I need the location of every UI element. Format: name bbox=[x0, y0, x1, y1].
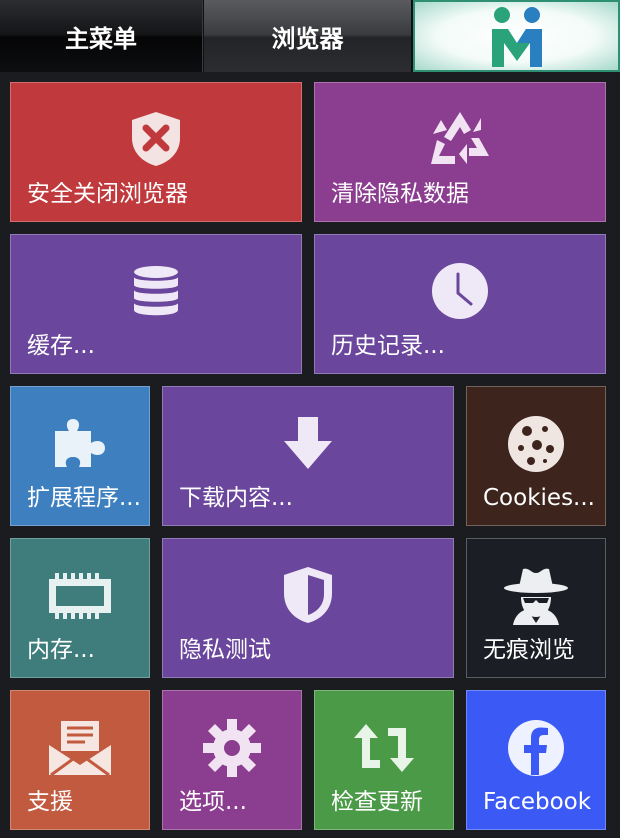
tab-browser[interactable]: 浏览器 bbox=[204, 0, 411, 72]
cache-label: 缓存... bbox=[27, 333, 95, 359]
downloads-label: 下载内容... bbox=[179, 485, 293, 511]
history-tile[interactable]: 历史记录... bbox=[314, 234, 606, 374]
facebook-tile[interactable]: Facebook bbox=[466, 690, 606, 830]
options-label: 选项... bbox=[179, 789, 247, 815]
incognito-label: 无痕浏览 bbox=[483, 637, 575, 663]
download-arrow-icon bbox=[284, 417, 332, 469]
history-label: 历史记录... bbox=[331, 333, 445, 359]
tab-main-menu-label: 主菜单 bbox=[65, 24, 137, 53]
spy-icon bbox=[504, 568, 568, 625]
cookie-icon bbox=[508, 416, 564, 472]
puzzle-icon bbox=[55, 419, 105, 467]
facebook-icon bbox=[508, 720, 564, 776]
shield-icon bbox=[284, 567, 332, 623]
cache-tile[interactable]: 缓存... bbox=[10, 234, 302, 374]
tab-bar: 主菜单 浏览器 bbox=[0, 0, 620, 72]
recycle-icon bbox=[431, 112, 489, 164]
people-logo-icon bbox=[491, 7, 542, 67]
check-update-label: 检查更新 bbox=[331, 789, 423, 815]
privacy-test-label: 隐私测试 bbox=[179, 637, 271, 663]
downloads-tile[interactable]: 下载内容... bbox=[162, 386, 454, 526]
cookies-label: Cookies... bbox=[483, 485, 595, 511]
support-tile[interactable]: 支援 bbox=[10, 690, 150, 830]
tab-browser-label: 浏览器 bbox=[271, 24, 344, 53]
extensions-tile[interactable]: 扩展程序... bbox=[10, 386, 150, 526]
shield-x-icon bbox=[132, 112, 180, 166]
cookies-tile[interactable]: Cookies... bbox=[466, 386, 606, 526]
check-update-tile[interactable]: 检查更新 bbox=[314, 690, 454, 830]
memory-chip-icon bbox=[49, 573, 111, 619]
memory-tile[interactable]: 内存... bbox=[10, 538, 150, 678]
options-tile[interactable]: 选项... bbox=[162, 690, 302, 830]
memory-label: 内存... bbox=[27, 637, 95, 663]
clock-icon bbox=[432, 263, 488, 319]
privacy-test-tile[interactable]: 隐私测试 bbox=[162, 538, 454, 678]
gear-icon bbox=[203, 719, 261, 777]
clear-private-data-tile[interactable]: 清除隐私数据 bbox=[314, 82, 606, 222]
extensions-label: 扩展程序... bbox=[27, 485, 141, 511]
safe-close-browser-label: 安全关闭浏览器 bbox=[27, 181, 188, 207]
tab-main-menu[interactable]: 主菜单 bbox=[0, 0, 203, 72]
tab-logo[interactable] bbox=[413, 0, 620, 72]
facebook-label: Facebook bbox=[483, 789, 592, 815]
incognito-tile[interactable]: 无痕浏览 bbox=[466, 538, 606, 678]
safe-close-browser-tile[interactable]: 安全关闭浏览器 bbox=[10, 82, 302, 222]
support-label: 支援 bbox=[27, 789, 73, 815]
database-icon bbox=[134, 266, 178, 316]
mail-icon bbox=[49, 721, 111, 777]
refresh-icon bbox=[354, 724, 414, 772]
clear-private-data-label: 清除隐私数据 bbox=[331, 181, 469, 207]
